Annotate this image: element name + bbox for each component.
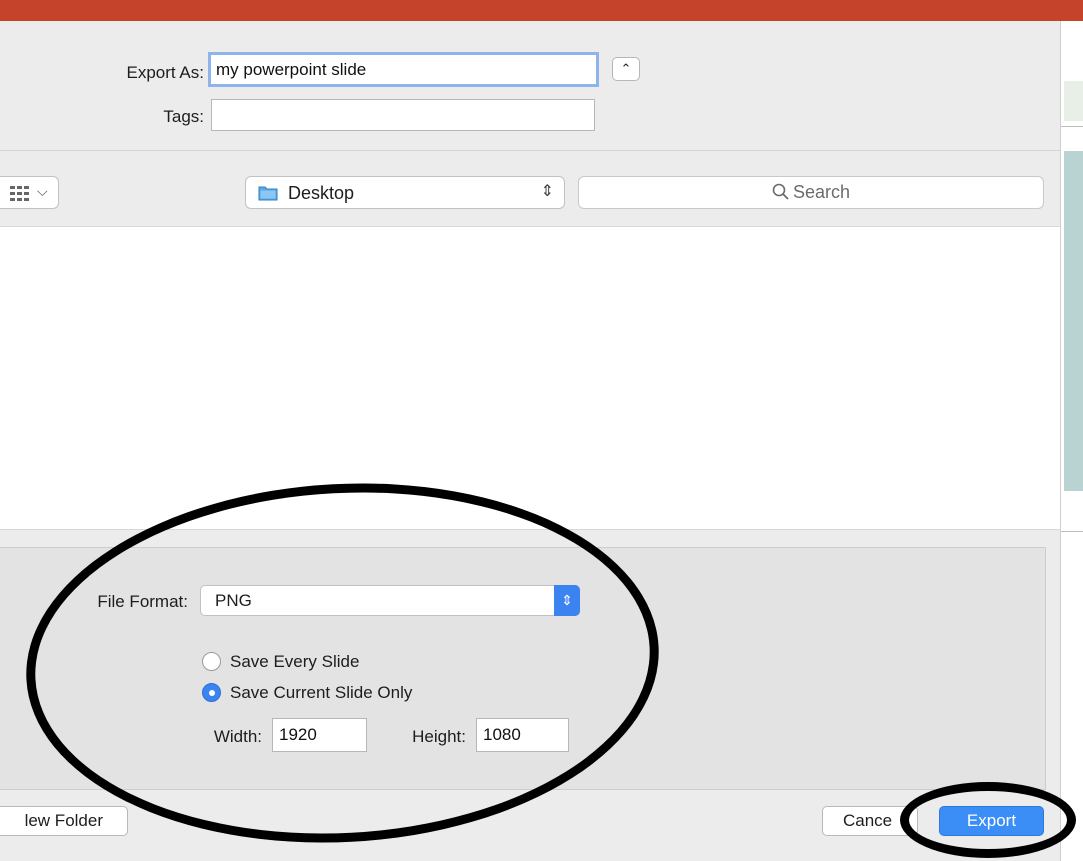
background-slide-image <box>1064 151 1083 491</box>
file-format-label: File Format: <box>97 592 188 611</box>
search-placeholder: Search <box>792 182 851 202</box>
width-label: Width: <box>213 727 262 746</box>
tags-input[interactable] <box>211 99 595 131</box>
tags-label: Tags: <box>163 107 204 126</box>
export-button[interactable]: Export <box>939 806 1044 836</box>
location-name: Desktop <box>288 183 355 203</box>
window-top-bar <box>0 0 1083 21</box>
save-every-slide-label: Save Every Slide <box>230 652 360 671</box>
expand-dialog-button[interactable]: ⌃ <box>612 57 640 81</box>
export-as-input[interactable] <box>208 52 599 87</box>
select-arrows-icon: ⇕ <box>554 585 580 616</box>
file-format-value: PNG <box>215 591 252 610</box>
height-label: Height: <box>412 727 466 746</box>
export-options-panel <box>0 547 1046 790</box>
file-browser-area[interactable] <box>0 226 1060 530</box>
chevron-up-icon: ⌃ <box>620 61 632 76</box>
export-as-label: Export As: <box>126 63 204 82</box>
save-every-slide-radio[interactable] <box>202 652 221 671</box>
search-icon <box>772 183 789 200</box>
grid-view-icon <box>10 186 29 201</box>
search-field[interactable]: Search <box>578 176 1044 209</box>
divider <box>1061 126 1083 127</box>
file-format-select[interactable]: PNG ⇕ <box>200 585 580 616</box>
folder-icon <box>258 186 278 201</box>
chevron-down-icon: ⌵ <box>37 183 48 199</box>
divider <box>1061 531 1083 532</box>
background-slide-fragment <box>1064 81 1083 121</box>
updown-arrows-icon: ⇕ <box>540 183 554 200</box>
location-select[interactable]: Desktop ⇕ <box>245 176 565 209</box>
width-input[interactable] <box>272 718 367 752</box>
save-current-slide-label: Save Current Slide Only <box>230 683 413 702</box>
background-document-edge <box>1060 21 1083 861</box>
cancel-button[interactable]: Cance <box>822 806 918 836</box>
height-input[interactable] <box>476 718 569 752</box>
new-folder-button[interactable]: lew Folder <box>0 806 128 836</box>
divider <box>0 150 1060 151</box>
save-current-slide-radio[interactable] <box>202 683 221 702</box>
view-mode-button[interactable]: ⌵ <box>0 176 59 209</box>
